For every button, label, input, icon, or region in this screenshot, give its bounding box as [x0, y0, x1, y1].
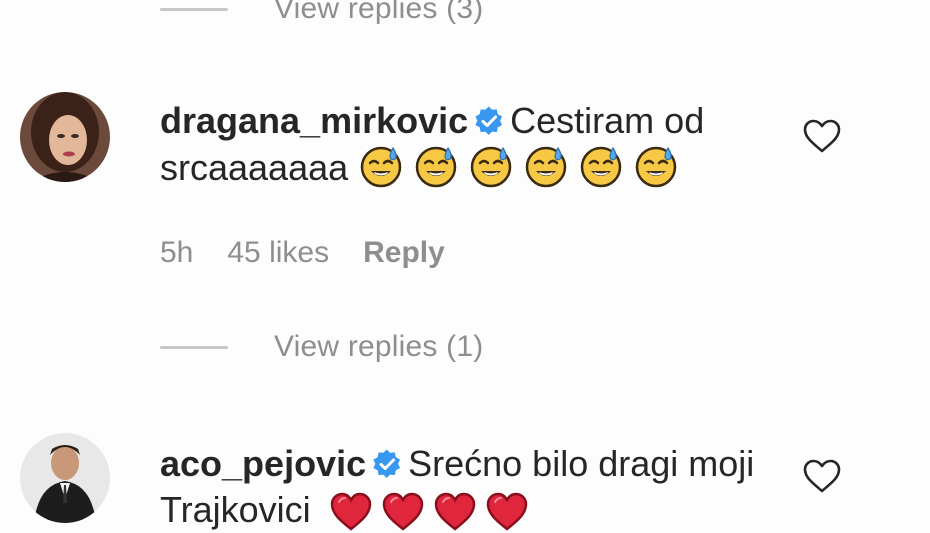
smiling-face-with-sweat-icon [635, 146, 677, 188]
comment-timestamp: 5h [160, 236, 194, 269]
smiling-face-with-sweat-icon [580, 146, 622, 188]
comment-likes-count[interactable]: 45 likes [227, 236, 329, 270]
smiling-face-with-sweat-icon [525, 146, 567, 188]
red-heart-icon [382, 492, 423, 531]
smiling-face-with-sweat-icon [470, 146, 512, 188]
heart-outline-icon[interactable] [802, 458, 842, 494]
view-replies-row[interactable]: View replies (3) [160, 0, 483, 26]
avatar[interactable] [20, 433, 110, 523]
red-heart-icon [434, 492, 475, 531]
comment-text-block: dragana_mirkovic Cestiram od srcaaaaaaa [160, 98, 770, 191]
heart-outline-icon[interactable] [802, 118, 842, 154]
view-replies-row[interactable]: View replies (1) [160, 330, 483, 364]
verified-badge-icon [475, 106, 503, 135]
comment-meta: 5h 45 likes Reply [160, 236, 479, 270]
view-replies-link[interactable]: View replies (1) [274, 330, 483, 364]
avatar[interactable] [20, 92, 110, 182]
red-heart-icon [486, 492, 527, 531]
comment-text-block: aco_pejovic Srećno bilo dragi moji Trajko… [160, 441, 770, 533]
reply-button[interactable]: Reply [363, 236, 445, 270]
red-heart-icon [330, 492, 371, 531]
replies-divider [160, 345, 228, 349]
view-replies-link[interactable]: View replies (3) [274, 0, 483, 26]
comment-username[interactable]: aco_pejovic [160, 443, 366, 484]
smiling-face-with-sweat-icon [415, 146, 457, 188]
replies-divider [160, 7, 228, 11]
comment-username[interactable]: dragana_mirkovic [160, 100, 468, 141]
smiling-face-with-sweat-icon [360, 146, 402, 188]
verified-badge-icon [373, 449, 401, 478]
